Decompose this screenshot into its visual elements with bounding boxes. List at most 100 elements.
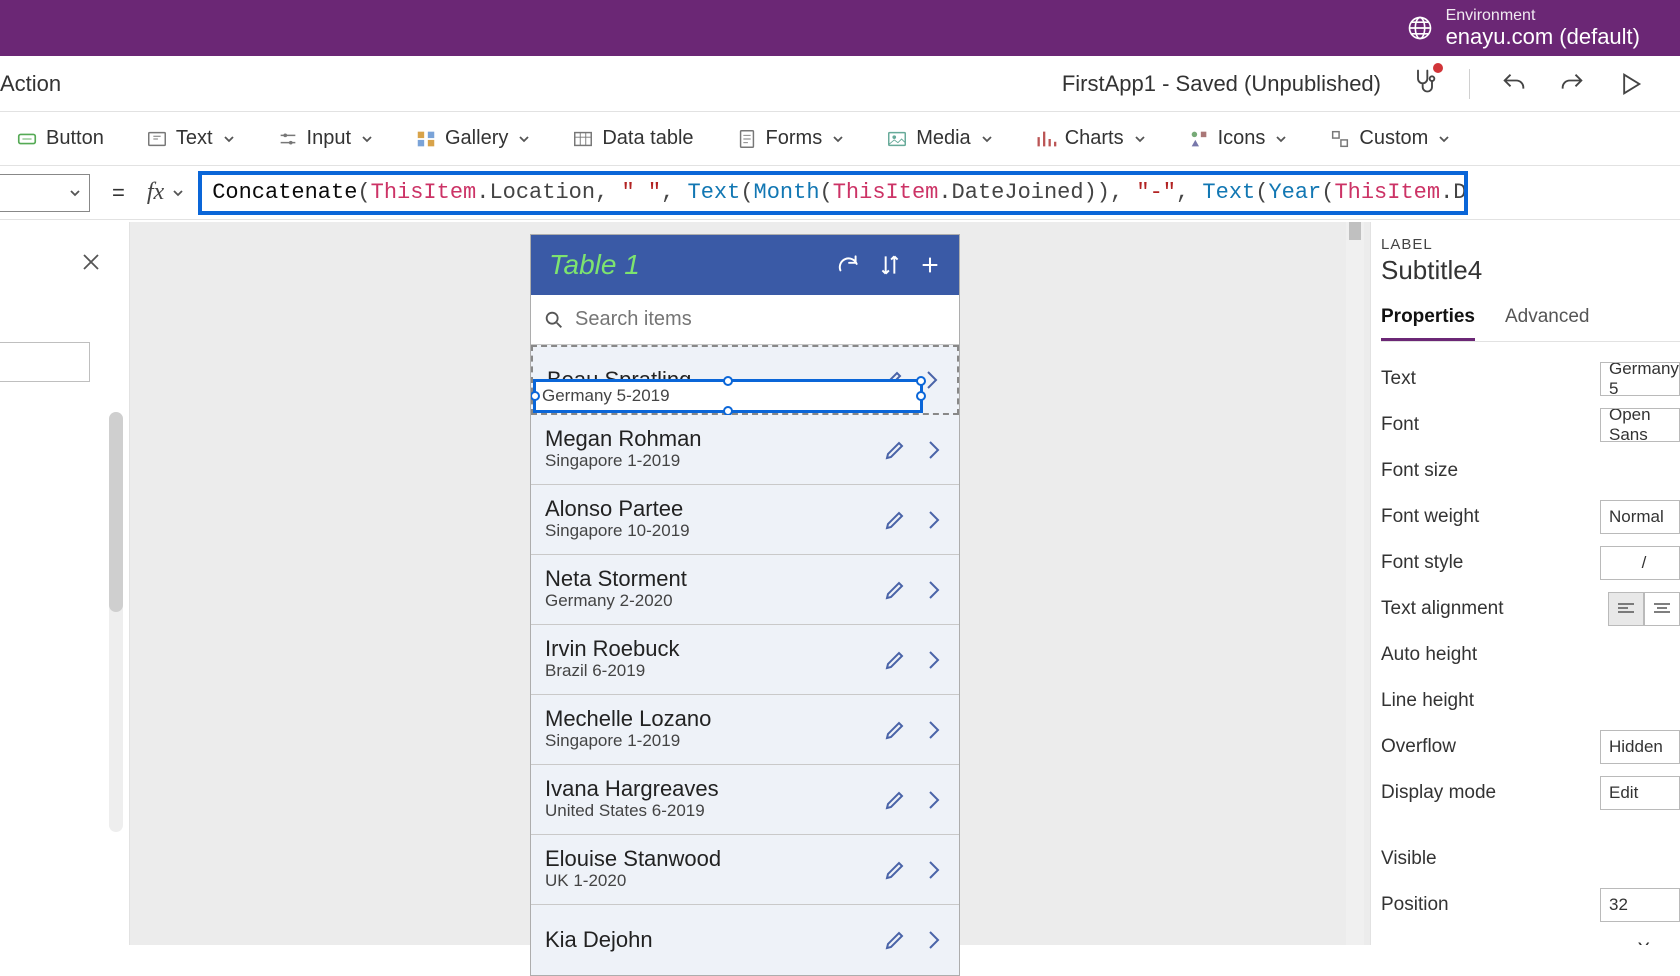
insert-input-control[interactable]: Input [269, 121, 381, 156]
item-subtitle-label: Singapore 1-2019 [545, 451, 883, 471]
gallery-item[interactable]: Mechelle LozanoSingapore 1-2019 [531, 695, 959, 765]
insert-charts-control[interactable]: Charts [1027, 121, 1154, 156]
item-subtitle-label: Brazil 6-2019 [545, 661, 883, 681]
prop-label: Text [1381, 368, 1600, 390]
gallery-item[interactable]: Irvin RoebuckBrazil 6-2019 [531, 625, 959, 695]
canvas-scrollbar[interactable] [1346, 222, 1364, 945]
gallery-item[interactable]: Beau Spratling Germany 5-2019 [531, 345, 959, 415]
formula-input[interactable]: Concatenate(ThisItem.Location, " ", Text… [198, 171, 1468, 215]
tab-advanced[interactable]: Advanced [1505, 300, 1590, 341]
gallery-item[interactable]: Neta StormentGermany 2-2020 [531, 555, 959, 625]
sort-icon[interactable] [877, 252, 903, 278]
gallery-item[interactable]: Alonso ParteeSingapore 10-2019 [531, 485, 959, 555]
environment-selector[interactable]: Environment enayu.com (default) [1406, 7, 1640, 49]
resize-handle[interactable] [916, 391, 926, 401]
prop-font-select[interactable]: Open Sans [1600, 408, 1680, 442]
ribbon-label: Input [307, 127, 351, 150]
canvas-area[interactable]: Table 1 Beau Spratling Germany 5 [130, 222, 1370, 945]
tab-properties[interactable]: Properties [1381, 300, 1475, 341]
insert-media-control[interactable]: Media [878, 121, 1000, 156]
insert-custom-control[interactable]: Custom [1321, 121, 1458, 156]
align-center-button[interactable] [1644, 592, 1680, 626]
gallery-item[interactable]: Kia Dejohn [531, 905, 959, 975]
play-preview-button[interactable] [1616, 70, 1644, 98]
prop-displaymode-select[interactable]: Edit [1600, 776, 1680, 810]
edit-icon[interactable] [883, 718, 907, 742]
tree-scrollbar[interactable] [109, 412, 123, 832]
formula-token: " " [621, 180, 661, 205]
command-bar: Action FirstApp1 - Saved (Unpublished) [0, 56, 1680, 112]
chevron-right-icon[interactable] [921, 718, 945, 742]
edit-icon[interactable] [883, 928, 907, 952]
edit-icon[interactable] [883, 648, 907, 672]
gallery-item[interactable]: Elouise StanwoodUK 1-2020 [531, 835, 959, 905]
ribbon-label: Gallery [445, 127, 508, 150]
prop-style-toggle[interactable]: / [1600, 546, 1680, 580]
item-title-label: Megan Rohman [545, 427, 883, 451]
insert-button-control[interactable]: Button [8, 121, 112, 156]
datatable-icon [572, 128, 594, 150]
chevron-right-icon[interactable] [921, 508, 945, 532]
edit-icon[interactable] [883, 508, 907, 532]
resize-handle[interactable] [723, 376, 733, 386]
formula-token: Text [688, 180, 741, 205]
align-left-button[interactable] [1608, 592, 1644, 626]
ribbon-label: Button [46, 127, 104, 150]
undo-button[interactable] [1500, 70, 1528, 98]
search-input[interactable] [575, 308, 947, 331]
control-type-label: LABEL [1381, 236, 1680, 253]
properties-panel: LABEL Subtitle4 Properties Advanced Text… [1370, 222, 1680, 945]
edit-icon[interactable] [883, 858, 907, 882]
chevron-right-icon[interactable] [921, 438, 945, 462]
formula-token: Text [1202, 180, 1255, 205]
prop-label: Font style [1381, 552, 1600, 574]
prop-text-input[interactable]: Germany 5 [1600, 362, 1680, 396]
chevron-down-icon [832, 133, 844, 145]
insert-gallery-control[interactable]: Gallery [407, 121, 538, 156]
tree-search-input[interactable] [0, 342, 90, 382]
insert-icons-control[interactable]: Icons [1180, 121, 1296, 156]
selected-subtitle-control[interactable]: Germany 5-2019 [533, 379, 923, 413]
chevron-right-icon[interactable] [921, 578, 945, 602]
item-title-label: Alonso Partee [545, 497, 883, 521]
refresh-icon[interactable] [835, 252, 861, 278]
insert-text-control[interactable]: Text [138, 121, 243, 156]
prop-overflow-select[interactable]: Hidden [1600, 730, 1680, 764]
add-icon[interactable] [919, 254, 941, 276]
notification-dot-icon [1433, 63, 1443, 73]
prop-position-x-input[interactable]: 32 [1600, 888, 1680, 922]
prop-weight-select[interactable]: Normal [1600, 500, 1680, 534]
environment-name: enayu.com (default) [1446, 25, 1640, 49]
fx-label: fx [147, 179, 184, 206]
chevron-right-icon[interactable] [921, 858, 945, 882]
ribbon-label: Custom [1359, 127, 1428, 150]
gallery-item[interactable]: Ivana HargreavesUnited States 6-2019 [531, 765, 959, 835]
prop-label: Font size [1381, 460, 1680, 482]
resize-handle[interactable] [916, 376, 926, 386]
resize-handle[interactable] [530, 391, 540, 401]
prop-label: Position [1381, 894, 1600, 916]
insert-datatable-control[interactable]: Data table [564, 121, 701, 156]
insert-forms-control[interactable]: Forms [728, 121, 853, 156]
chevron-down-icon [172, 187, 184, 199]
ribbon-label: Data table [602, 127, 693, 150]
close-icon[interactable] [81, 252, 101, 272]
ribbon-label: Media [916, 127, 970, 150]
redo-button[interactable] [1558, 70, 1586, 98]
item-title-label: Kia Dejohn [545, 928, 883, 952]
formula-token: .DateJoined [938, 180, 1083, 205]
tree-view-pane [0, 222, 130, 945]
gallery-item[interactable]: Megan RohmanSingapore 1-2019 [531, 415, 959, 485]
app-checker-button[interactable] [1411, 67, 1439, 100]
chevron-right-icon[interactable] [921, 928, 945, 952]
edit-icon[interactable] [883, 578, 907, 602]
search-box[interactable] [531, 295, 959, 345]
app-status-text: FirstApp1 - Saved (Unpublished) [1062, 71, 1381, 97]
property-selector[interactable] [0, 174, 90, 212]
icons-icon [1188, 128, 1210, 150]
chevron-right-icon[interactable] [921, 788, 945, 812]
item-subtitle-label: Singapore 1-2019 [545, 731, 883, 751]
chevron-right-icon[interactable] [921, 648, 945, 672]
edit-icon[interactable] [883, 788, 907, 812]
edit-icon[interactable] [883, 438, 907, 462]
